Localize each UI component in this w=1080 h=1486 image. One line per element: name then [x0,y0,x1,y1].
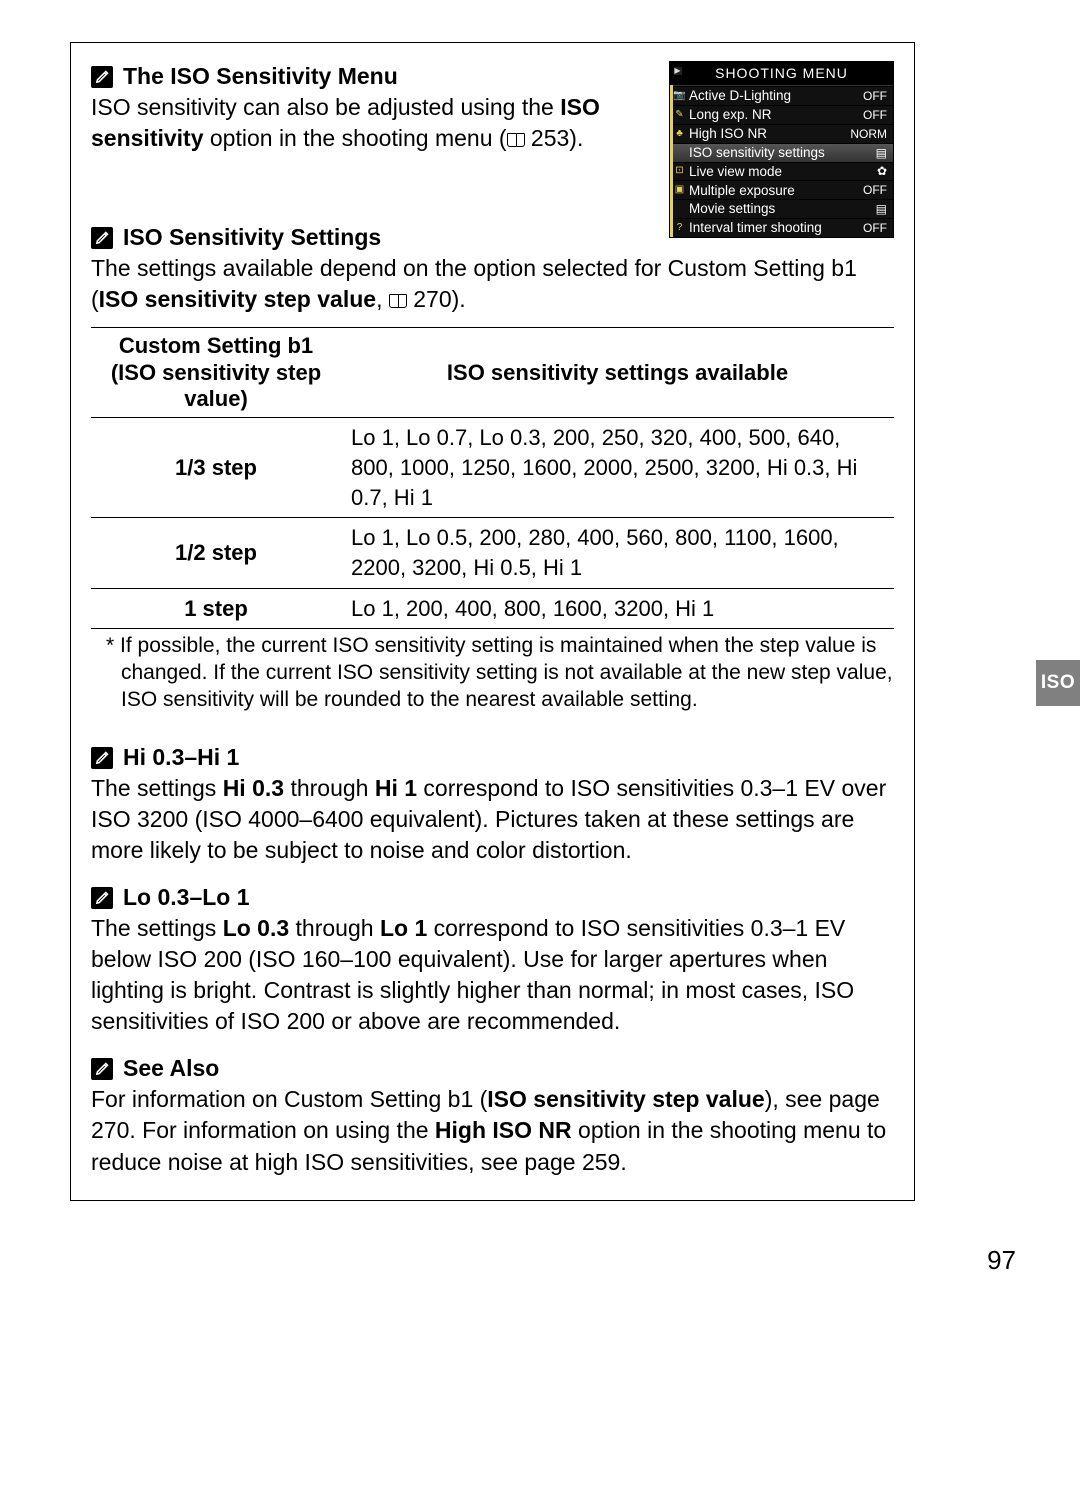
lcd-row-icon: ♣ [672,129,687,139]
lcd-row-value: OFF [863,109,887,121]
lcd-row-value: ▤ [876,203,887,215]
pencil-icon [91,887,113,909]
iso-step-table: Custom Setting b1 (ISO sensitivity step … [91,327,894,629]
page-number: 97 [987,1245,1016,1276]
section-body: For information on Custom Setting b1 (IS… [91,1084,894,1177]
pencil-icon [91,747,113,769]
lcd-row-icon: ? [672,223,687,233]
lcd-row: 📷 Active D-Lighting OFF [670,86,893,105]
section-iso-settings: ISO Sensitivity Settings The settings av… [91,224,894,714]
table-row-label: 1 step [91,588,341,629]
side-tab-iso: ISO [1036,660,1080,706]
section-title: Lo 0.3–Lo 1 [123,884,250,911]
lcd-title-text: SHOOTING MENU [715,65,848,81]
lcd-row: ⊡ Live view mode ✿ [670,162,893,181]
lcd-row: Movie settings ▤ [670,199,893,218]
table-row-label: 1/3 step [91,418,341,518]
lcd-row: ✎ Long exp. NR OFF [670,105,893,124]
table-row: 1/2 step Lo 1, Lo 0.5, 200, 280, 400, 56… [91,518,894,588]
lcd-row-icon: ⊡ [672,166,687,176]
section-see-also: See Also For information on Custom Setti… [91,1055,894,1177]
table-row: 1 step Lo 1, 200, 400, 800, 1600, 3200, … [91,588,894,629]
content-frame: ▶ SHOOTING MENU 📷 Active D-Lighting OFF … [70,42,915,1201]
lcd-row-value: ✿ [877,165,887,177]
lcd-row-label: Multiple exposure [689,184,863,198]
table-footnote: * If possible, the current ISO sensitivi… [91,633,894,714]
shooting-menu-screenshot: ▶ SHOOTING MENU 📷 Active D-Lighting OFF … [669,61,894,238]
table-row-label: 1/2 step [91,518,341,588]
lcd-title: ▶ SHOOTING MENU [670,62,893,86]
lcd-row-label: Long exp. NR [689,108,863,122]
lcd-row-label: Active D-Lighting [689,89,863,103]
lcd-row-label: Interval timer shooting [689,221,863,235]
lcd-row: ? Interval timer shooting OFF [670,218,893,237]
lcd-row-icon: ✎ [672,110,687,120]
pencil-icon [91,227,113,249]
section-body: ISO sensitivity can also be adjusted usi… [91,92,631,154]
lcd-row-value: NORM [850,128,887,140]
section-title: ISO Sensitivity Settings [123,224,381,251]
lcd-accent-bar [670,85,673,237]
lcd-row-selected: ISO sensitivity settings ▤ [670,143,893,162]
lcd-row-label: Movie settings [689,202,876,216]
section-title: See Also [123,1055,219,1082]
book-icon [389,294,407,308]
lcd-row-value: OFF [863,222,887,234]
table-row: 1/3 step Lo 1, Lo 0.7, Lo 0.3, 200, 250,… [91,418,894,518]
table-row-values: Lo 1, Lo 0.7, Lo 0.3, 200, 250, 320, 400… [341,418,894,518]
table-row-values: Lo 1, 200, 400, 800, 1600, 3200, Hi 1 [341,588,894,629]
pencil-icon [91,1058,113,1080]
section-body: The settings Lo 0.3 through Lo 1 corresp… [91,913,894,1037]
lcd-row-icon: 📷 [672,91,687,101]
lcd-row-value: OFF [863,184,887,196]
lcd-row-label: ISO sensitivity settings [689,146,876,160]
table-header-left: Custom Setting b1 (ISO sensitivity step … [91,328,341,418]
lcd-row: ♣ High ISO NR NORM [670,124,893,143]
table-header-right: ISO sensitivity settings available [341,328,894,418]
lcd-row: ▣ Multiple exposure OFF [670,180,893,199]
section-body: The settings Hi 0.3 through Hi 1 corresp… [91,773,894,866]
section-title: Hi 0.3–Hi 1 [123,744,239,771]
table-row-values: Lo 1, Lo 0.5, 200, 280, 400, 560, 800, 1… [341,518,894,588]
lcd-row-label: Live view mode [689,165,877,179]
lcd-row-value: OFF [863,90,887,102]
lcd-row-value: ▤ [876,147,887,159]
pencil-icon [91,66,113,88]
lcd-row-icon: ▣ [672,185,687,195]
section-body: The settings available depend on the opt… [91,253,894,315]
lcd-row-label: High ISO NR [689,127,850,141]
section-title: The ISO Sensitivity Menu [123,63,398,90]
section-hi: Hi 0.3–Hi 1 The settings Hi 0.3 through … [91,744,894,866]
section-lo: Lo 0.3–Lo 1 The settings Lo 0.3 through … [91,884,894,1037]
play-icon: ▶ [674,67,682,75]
book-icon [507,133,525,147]
